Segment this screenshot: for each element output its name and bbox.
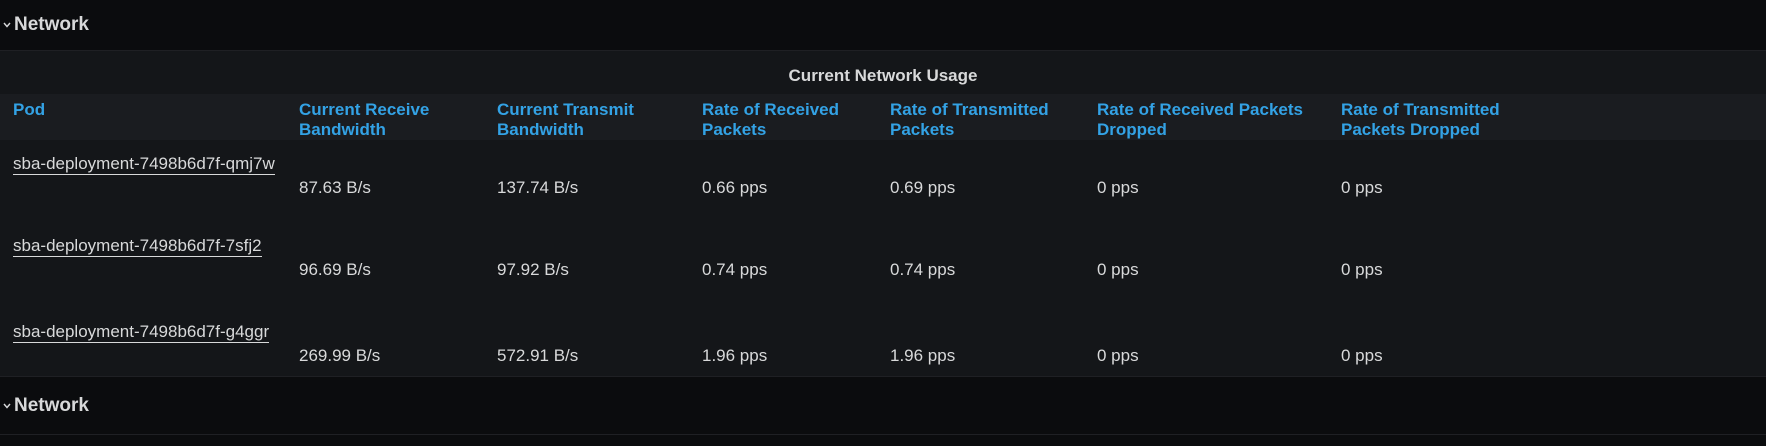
- pod-link[interactable]: sba-deployment-7498b6d7f-qmj7w: [13, 154, 275, 175]
- table-row: sba-deployment-7498b6d7f-g4ggr 269.99 B/…: [0, 308, 1766, 394]
- chevron-down-icon[interactable]: [1, 22, 13, 28]
- row-title: Network: [14, 14, 89, 35]
- pod-link[interactable]: sba-deployment-7498b6d7f-7sfj2: [13, 236, 262, 257]
- transmitted-dropped-cell: 0 pps: [1341, 346, 1383, 365]
- chevron-down-icon[interactable]: [1, 403, 13, 409]
- transmit-bandwidth-cell: 137.74 B/s: [497, 178, 579, 197]
- pod-cell: sba-deployment-7498b6d7f-g4ggr: [0, 308, 295, 394]
- transmitted-packets-cell: 1.96 pps: [890, 346, 956, 365]
- pod-cell: sba-deployment-7498b6d7f-qmj7w: [0, 140, 295, 222]
- panel-title: Current Network Usage: [788, 66, 978, 85]
- receive-bandwidth-cell: 87.63 B/s: [299, 178, 371, 197]
- table-header-row: Pod Current Receive Bandwidth Current Tr…: [0, 94, 1766, 140]
- network-usage-panel: Current Network Usage Pod Current Receiv…: [0, 51, 1766, 377]
- received-dropped-cell: 0 pps: [1097, 260, 1139, 279]
- column-header-transmit-bandwidth[interactable]: Current Transmit Bandwidth: [493, 94, 698, 140]
- received-dropped-cell: 0 pps: [1097, 346, 1139, 365]
- receive-bandwidth-cell: 269.99 B/s: [299, 346, 381, 365]
- transmit-bandwidth-cell: 572.91 B/s: [497, 346, 579, 365]
- column-header-received-packets[interactable]: Rate of Received Packets: [698, 94, 886, 140]
- table-row: sba-deployment-7498b6d7f-7sfj2 96.69 B/s…: [0, 222, 1766, 308]
- transmitted-packets-cell: 0.74 pps: [890, 260, 956, 279]
- transmitted-dropped-cell: 0 pps: [1341, 178, 1383, 197]
- column-header-received-dropped[interactable]: Rate of Received Packets Dropped: [1093, 94, 1337, 140]
- row-title: Network: [14, 394, 89, 416]
- transmitted-dropped-cell: 0 pps: [1341, 260, 1383, 279]
- received-packets-cell: 0.66 pps: [702, 178, 768, 197]
- received-packets-cell: 1.96 pps: [702, 346, 768, 365]
- column-header-receive-bandwidth[interactable]: Current Receive Bandwidth: [295, 94, 493, 140]
- row-header-network[interactable]: Network: [0, 0, 1766, 51]
- column-header-transmitted-dropped[interactable]: Rate of Transmitted Packets Dropped: [1337, 94, 1766, 140]
- transmit-bandwidth-cell: 97.92 B/s: [497, 260, 569, 279]
- pod-link[interactable]: sba-deployment-7498b6d7f-g4ggr: [13, 322, 270, 343]
- table-row: sba-deployment-7498b6d7f-qmj7w 87.63 B/s…: [0, 140, 1766, 222]
- pod-cell: sba-deployment-7498b6d7f-7sfj2: [0, 222, 295, 308]
- received-dropped-cell: 0 pps: [1097, 178, 1139, 197]
- column-header-pod[interactable]: Pod: [0, 94, 295, 140]
- network-usage-table: Pod Current Receive Bandwidth Current Tr…: [0, 94, 1766, 394]
- received-packets-cell: 0.74 pps: [702, 260, 768, 279]
- receive-bandwidth-cell: 96.69 B/s: [299, 260, 371, 279]
- column-header-transmitted-packets[interactable]: Rate of Transmitted Packets: [886, 94, 1093, 140]
- transmitted-packets-cell: 0.69 pps: [890, 178, 956, 197]
